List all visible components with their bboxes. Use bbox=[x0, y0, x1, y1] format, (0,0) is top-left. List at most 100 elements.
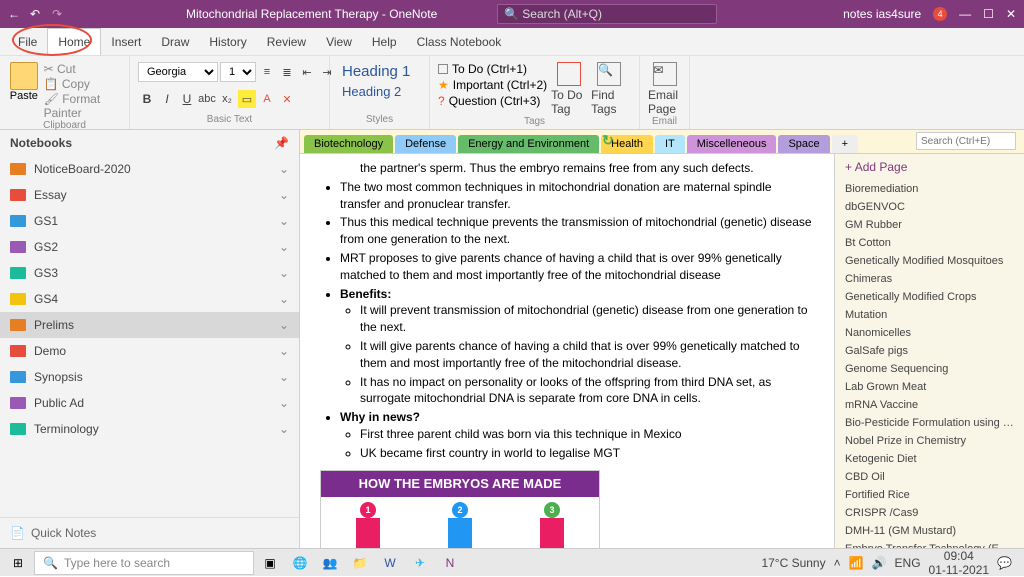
font-color-button[interactable]: A bbox=[258, 90, 276, 108]
ribbon-tab-draw[interactable]: Draw bbox=[151, 29, 199, 55]
ribbon-tab-class notebook[interactable]: Class Notebook bbox=[407, 29, 512, 55]
page-search-input[interactable] bbox=[916, 132, 1016, 150]
chrome-icon[interactable]: 🌐 bbox=[286, 551, 314, 575]
notebook-item[interactable]: Terminology⌄ bbox=[0, 416, 299, 442]
volume-icon[interactable]: 🔊 bbox=[872, 556, 887, 570]
page-item[interactable]: CRISPR /Cas9 bbox=[835, 504, 1024, 522]
add-page-button[interactable]: + Add Page bbox=[835, 154, 1024, 180]
page-item[interactable]: GM Rubber bbox=[835, 216, 1024, 234]
italic-button[interactable]: I bbox=[158, 90, 176, 108]
notebook-item[interactable]: GS2⌄ bbox=[0, 234, 299, 260]
ribbon-tab-insert[interactable]: Insert bbox=[101, 29, 151, 55]
maximize-icon[interactable]: ☐ bbox=[983, 7, 994, 21]
section-tab[interactable]: IT bbox=[655, 135, 685, 153]
underline-button[interactable]: U bbox=[178, 90, 196, 108]
notebook-item[interactable]: NoticeBoard-2020⌄ bbox=[0, 156, 299, 182]
page-item[interactable]: Fortified Rice bbox=[835, 486, 1024, 504]
section-tab[interactable]: Biotechnology bbox=[304, 135, 393, 153]
page-item[interactable]: Genetically Modified Mosquitoes bbox=[835, 252, 1024, 270]
notebook-item[interactable]: Prelims⌄ bbox=[0, 312, 299, 338]
find-tags-button[interactable]: 🔍Find Tags bbox=[591, 62, 627, 116]
page-item[interactable]: mRNA Vaccine bbox=[835, 396, 1024, 414]
windows-search-input[interactable]: 🔍Type here to search bbox=[34, 551, 254, 575]
todo-tag[interactable]: To Do (Ctrl+1) bbox=[438, 62, 547, 76]
paste-button[interactable]: Paste bbox=[8, 62, 40, 102]
important-tag[interactable]: ★Important (Ctrl+2) bbox=[438, 78, 547, 92]
page-item[interactable]: Genome Sequencing bbox=[835, 360, 1024, 378]
page-item[interactable]: Mutation bbox=[835, 306, 1024, 324]
note-content[interactable]: the partner's sperm. Thus the embryo rem… bbox=[300, 154, 834, 548]
notebook-item[interactable]: GS1⌄ bbox=[0, 208, 299, 234]
back-icon[interactable]: ← bbox=[8, 7, 22, 21]
subscript-button[interactable]: x₂ bbox=[218, 90, 236, 108]
ribbon-tab-home[interactable]: Home bbox=[47, 28, 101, 55]
task-view-icon[interactable]: ▣ bbox=[256, 551, 284, 575]
section-tab[interactable]: Energy and Environment bbox=[458, 135, 599, 153]
ribbon-tab-history[interactable]: History bbox=[199, 29, 256, 55]
language-indicator[interactable]: ENG bbox=[895, 556, 921, 570]
highlight-button[interactable]: ▭ bbox=[238, 90, 256, 108]
pin-icon[interactable]: 📌 bbox=[274, 136, 289, 150]
notebook-item[interactable]: Demo⌄ bbox=[0, 338, 299, 364]
page-item[interactable]: Embryo Transfer Technology (ETT) bbox=[835, 540, 1024, 548]
outdent-icon[interactable]: ⇤ bbox=[298, 63, 316, 81]
page-item[interactable]: DMH-11 (GM Mustard) bbox=[835, 522, 1024, 540]
page-item[interactable]: Nobel Prize in Chemistry bbox=[835, 432, 1024, 450]
page-item[interactable]: Bioremediation bbox=[835, 180, 1024, 198]
todo-tag-button[interactable]: To Do Tag bbox=[551, 62, 587, 116]
font-name-select[interactable]: Georgia bbox=[138, 62, 218, 82]
cut-button[interactable]: ✂ Cut bbox=[44, 62, 121, 76]
quick-notes-button[interactable]: 📄 Quick Notes bbox=[0, 517, 299, 548]
section-tab[interactable]: Defense bbox=[395, 135, 456, 153]
ribbon-tab-view[interactable]: View bbox=[316, 29, 362, 55]
tray-chevron-icon[interactable]: ˄ bbox=[834, 556, 841, 570]
notebook-item[interactable]: Public Ad⌄ bbox=[0, 390, 299, 416]
start-button[interactable]: ⊞ bbox=[4, 551, 32, 575]
page-item[interactable]: Bt Cotton bbox=[835, 234, 1024, 252]
clock-time[interactable]: 09:04 bbox=[929, 549, 990, 563]
notebook-item[interactable]: GS3⌄ bbox=[0, 260, 299, 286]
add-section-button[interactable]: + bbox=[832, 135, 858, 153]
strike-button[interactable]: abc bbox=[198, 90, 216, 108]
page-item[interactable]: Chimeras bbox=[835, 270, 1024, 288]
font-size-select[interactable]: 12 bbox=[220, 62, 256, 82]
word-icon[interactable]: W bbox=[376, 551, 404, 575]
page-item[interactable]: GalSafe pigs bbox=[835, 342, 1024, 360]
wifi-icon[interactable]: 📶 bbox=[849, 556, 864, 570]
heading1-style[interactable]: Heading 1 bbox=[338, 62, 421, 81]
ribbon-tab-help[interactable]: Help bbox=[362, 29, 407, 55]
question-tag[interactable]: ?Question (Ctrl+3) bbox=[438, 94, 547, 108]
heading2-style[interactable]: Heading 2 bbox=[338, 83, 421, 100]
clock-date[interactable]: 01-11-2021 bbox=[929, 563, 990, 577]
redo-icon[interactable]: ↷ bbox=[52, 7, 66, 21]
minimize-icon[interactable]: — bbox=[959, 7, 971, 21]
page-item[interactable]: Genetically Modified Crops bbox=[835, 288, 1024, 306]
undo-icon[interactable]: ↶ bbox=[30, 7, 44, 21]
page-item[interactable]: Lab Grown Meat bbox=[835, 378, 1024, 396]
account-label[interactable]: notes ias4sure bbox=[843, 7, 921, 21]
format-painter-button[interactable]: 🖌 Format Painter bbox=[44, 92, 121, 120]
notebook-item[interactable]: GS4⌄ bbox=[0, 286, 299, 312]
copy-button[interactable]: 📋 Copy bbox=[44, 77, 121, 91]
email-page-button[interactable]: ✉Email Page bbox=[648, 62, 681, 116]
weather-widget[interactable]: 17°C Sunny bbox=[761, 556, 825, 570]
notebook-item[interactable]: Essay⌄ bbox=[0, 182, 299, 208]
page-item[interactable]: Nanomicelles bbox=[835, 324, 1024, 342]
page-item[interactable]: dbGENVOC bbox=[835, 198, 1024, 216]
ribbon-tab-file[interactable]: File bbox=[8, 29, 47, 55]
section-tab[interactable]: Miscelleneous bbox=[687, 135, 777, 153]
page-item[interactable]: CBD Oil bbox=[835, 468, 1024, 486]
notifications-icon[interactable]: 💬 bbox=[997, 556, 1012, 570]
teams-icon[interactable]: 👥 bbox=[316, 551, 344, 575]
search-input[interactable]: 🔍 Search (Alt+Q) bbox=[497, 4, 717, 24]
notification-badge[interactable]: 4 bbox=[933, 7, 947, 21]
ribbon-tab-review[interactable]: Review bbox=[257, 29, 316, 55]
notebook-item[interactable]: Synopsis⌄ bbox=[0, 364, 299, 390]
clear-format-button[interactable]: ✕ bbox=[278, 90, 296, 108]
explorer-icon[interactable]: 📁 bbox=[346, 551, 374, 575]
telegram-icon[interactable]: ✈ bbox=[406, 551, 434, 575]
bold-button[interactable]: B bbox=[138, 90, 156, 108]
numbering-icon[interactable]: ≣ bbox=[278, 63, 296, 81]
onenote-icon[interactable]: N bbox=[436, 551, 464, 575]
page-item[interactable]: Ketogenic Diet bbox=[835, 450, 1024, 468]
